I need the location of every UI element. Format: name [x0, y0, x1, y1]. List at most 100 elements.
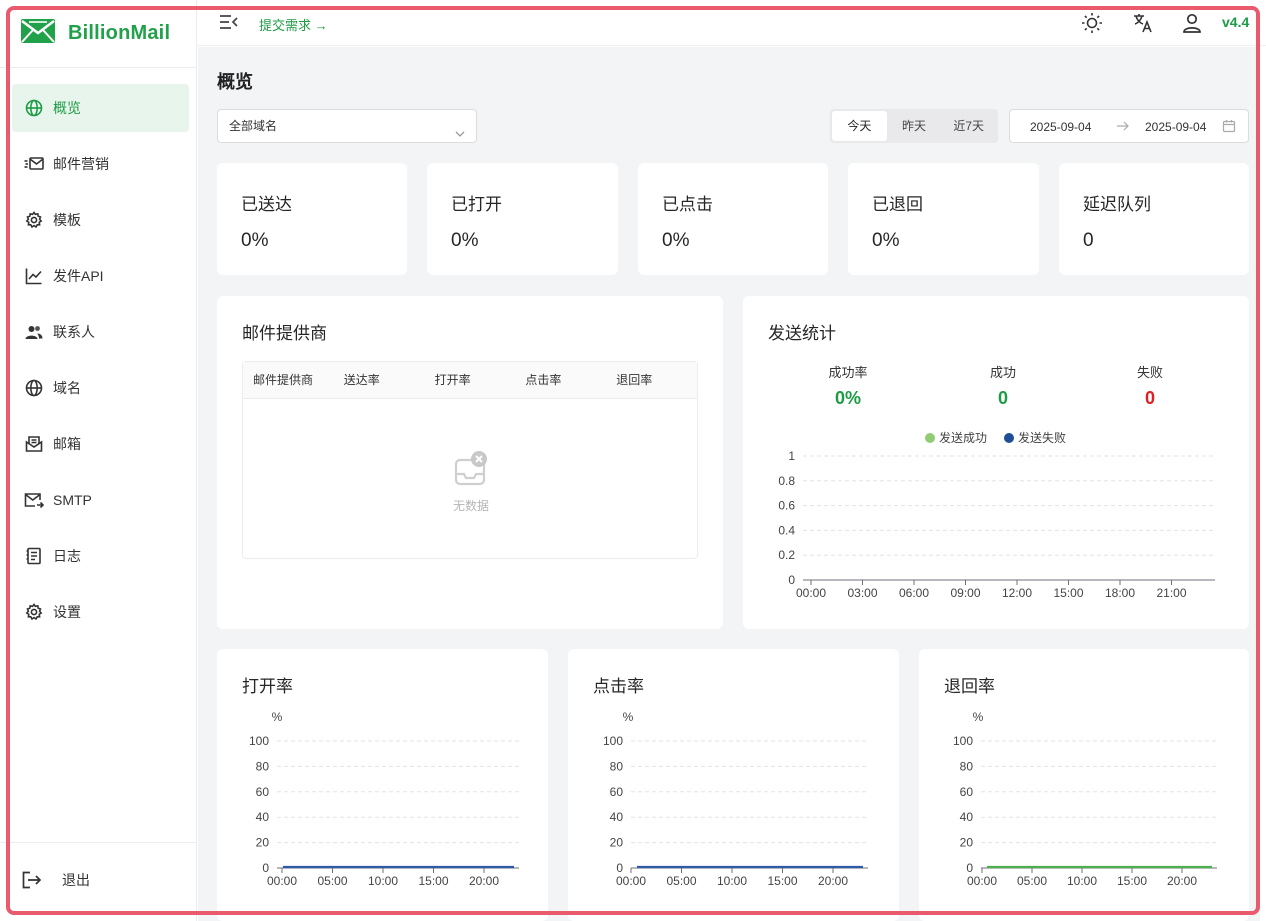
y-tick-label: 20 [256, 836, 270, 850]
smtp-mail-icon [24, 490, 44, 510]
sun-theme-icon[interactable] [1081, 12, 1103, 39]
collapse-menu-icon[interactable] [219, 13, 239, 36]
version-label: v4.4 [1222, 14, 1250, 30]
mail-send-icon [24, 154, 44, 174]
submit-request-link[interactable]: 提交需求 → [259, 15, 328, 34]
y-tick-label: 0 [616, 861, 623, 875]
main-content: 概览 全部域名 今天 昨天 近7天 2025-09-04 2025-09-04 … [198, 47, 1260, 921]
provider-card: 邮件提供商 邮件提供商 送达率 打开率 点击率 退回率 无数据 [217, 296, 723, 629]
x-tick-label: 10:00 [368, 874, 398, 888]
y-tick-label: 40 [960, 810, 974, 824]
y-axis-label: % [272, 710, 283, 724]
sidebar-item-domains[interactable]: 域名 [12, 364, 189, 412]
sidebar-item-label: 域名 [53, 380, 81, 396]
column-header[interactable]: 打开率 [425, 362, 516, 398]
y-tick-label: 60 [256, 785, 270, 799]
sidebar-item-label: 概览 [53, 100, 81, 116]
sidebar-item-settings[interactable]: 设置 [12, 588, 189, 636]
date-range-picker[interactable]: 2025-09-04 2025-09-04 [1009, 109, 1249, 143]
empty-inbox-icon [451, 451, 491, 494]
stat-card-opened: 已打开 0% [427, 163, 618, 275]
stat-label: 延迟队列 [1083, 195, 1151, 214]
x-tick-label: 03:00 [847, 586, 877, 600]
x-tick-label: 00:00 [796, 586, 826, 600]
sidebar-item-label: 日志 [53, 548, 81, 564]
open-rate-card: 打开率 0 20 40 60 80 100 00:00 05:00 10:00 15:00 20:0… [217, 649, 548, 921]
domain-select-value: 全部域名 [229, 119, 278, 133]
y-tick-label: 40 [610, 810, 624, 824]
top-bar: 提交需求 → v4.4 [197, 0, 1266, 46]
stat-value: 0% [451, 230, 479, 251]
range-yesterday-button[interactable]: 昨天 [887, 111, 942, 141]
y-tick-label: 100 [953, 734, 973, 748]
x-tick-label: 00:00 [967, 874, 997, 888]
sidebar-item-smtp[interactable]: SMTP [12, 476, 189, 524]
sidebar-item-send-api[interactable]: 发件API [12, 252, 189, 300]
column-header[interactable]: 邮件提供商 [243, 362, 334, 398]
page-title: 概览 [217, 72, 253, 92]
stat-value: 0% [662, 230, 690, 251]
x-tick-label: 05:00 [317, 874, 347, 888]
gear-icon [24, 602, 44, 622]
bounce-rate-chart: 0 20 40 60 80 100 00:00 05:00 10:00 15:00 20:00% [953, 710, 1217, 888]
y-tick-label: 0 [788, 573, 795, 587]
y-tick-label: 40 [256, 810, 270, 824]
x-tick-label: 00:00 [267, 874, 297, 888]
y-tick-label: 80 [610, 759, 624, 773]
chevron-down-icon [454, 120, 466, 152]
contacts-icon [24, 322, 44, 342]
legend-marker [1004, 433, 1014, 443]
stat-label: 已送达 [241, 195, 292, 214]
stat-label: 已打开 [451, 195, 502, 214]
sidebar-item-label: 联系人 [53, 324, 95, 340]
sidebar-item-label: 邮箱 [53, 436, 81, 452]
line-chart-icon [24, 266, 44, 286]
calendar-icon [1222, 119, 1236, 136]
y-tick-label: 100 [603, 734, 623, 748]
legend-label: 发送失败 [1018, 430, 1066, 445]
column-header[interactable]: 退回率 [606, 362, 697, 398]
y-tick-label: 0.8 [778, 474, 795, 488]
range-7days-button[interactable]: 近7天 [941, 111, 996, 141]
date-from: 2025-09-04 [1030, 120, 1092, 134]
mail-logo-icon [20, 17, 56, 50]
sidebar-item-templates[interactable]: 模板 [12, 196, 189, 244]
sidebar: BillionMail 概览 邮件营销 模板 发件API 联系人 域名 邮箱 S… [0, 0, 197, 921]
y-tick-label: 20 [610, 836, 624, 850]
y-tick-label: 0 [262, 861, 269, 875]
x-tick-label: 15:00 [1117, 874, 1147, 888]
y-tick-label: 100 [249, 734, 269, 748]
gear-icon [24, 210, 44, 230]
translate-icon[interactable] [1132, 12, 1154, 39]
domain-select[interactable]: 全部域名 [217, 109, 477, 143]
column-header[interactable]: 送达率 [334, 362, 425, 398]
sidebar-item-mailbox[interactable]: 邮箱 [12, 420, 189, 468]
sidebar-item-overview[interactable]: 概览 [12, 84, 189, 132]
column-header[interactable]: 点击率 [515, 362, 606, 398]
sidebar-item-logs[interactable]: 日志 [12, 532, 189, 580]
user-icon[interactable] [1182, 12, 1202, 39]
y-tick-label: 0.4 [778, 523, 795, 537]
send-stats-chart: 0 0.2 0.4 0.6 0.8 1 00:00 03:00 06:00 09:00 12:00 1… [778, 430, 1215, 600]
y-tick-label: 80 [256, 759, 270, 773]
x-tick-label: 18:00 [1105, 586, 1135, 600]
sidebar-item-email-marketing[interactable]: 邮件营销 [12, 140, 189, 188]
sidebar-nav: 概览 邮件营销 模板 发件API 联系人 域名 邮箱 SMTP 日志 设置 [12, 84, 189, 644]
click-rate-card: 点击率 0 20 40 60 80 100 00:00 05:00 10:00 15:00 20:0… [568, 649, 899, 921]
sidebar-item-contacts[interactable]: 联系人 [12, 308, 189, 356]
x-tick-label: 15:00 [1053, 586, 1083, 600]
x-tick-label: 15:00 [418, 874, 448, 888]
y-tick-label: 1 [788, 449, 795, 463]
range-today-button[interactable]: 今天 [832, 111, 887, 141]
stat-card-delivered: 已送达 0% [217, 163, 407, 275]
x-tick-label: 20:00 [818, 874, 848, 888]
sidebar-item-label: 设置 [53, 604, 81, 620]
logout-button[interactable]: 退出 [22, 870, 90, 890]
bounce-rate-card: 退回率 0 20 40 60 80 100 00:00 05:00 10:00 15:00 20:0… [919, 649, 1249, 921]
stat-card-clicked: 已点击 0% [638, 163, 828, 275]
stat-card-bounced: 已退回 0% [848, 163, 1039, 275]
app-logo[interactable]: BillionMail [20, 18, 170, 48]
x-tick-label: 12:00 [1002, 586, 1032, 600]
y-tick-label: 0.6 [778, 499, 795, 513]
date-range-toggle: 今天 昨天 近7天 [830, 109, 998, 143]
